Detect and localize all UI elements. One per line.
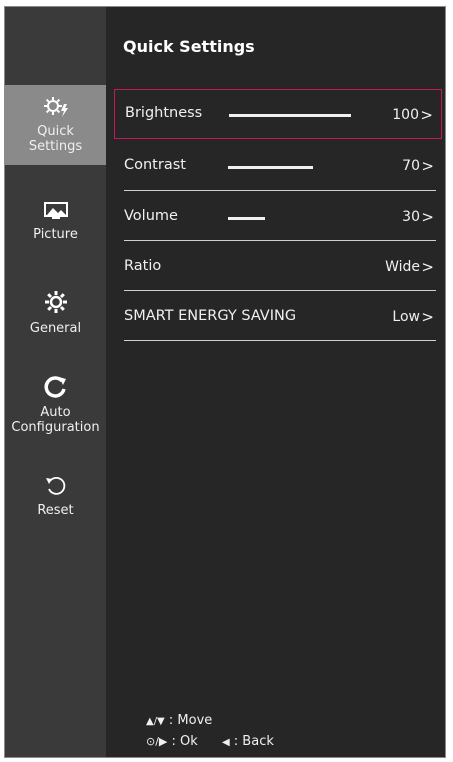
page-title: Quick Settings <box>123 37 255 56</box>
setting-value: 100 <box>392 107 419 123</box>
osd-frame: Quick Settings Picture General Auto Conf… <box>4 6 446 758</box>
volume-slider[interactable] <box>228 217 265 220</box>
setting-label: SMART ENERGY SAVING <box>124 308 297 324</box>
sidebar-item-label: Quick Settings <box>28 124 83 154</box>
setting-value: 70 <box>402 158 420 174</box>
quick-settings-panel: Quick Settings Brightness 100 > Contrast… <box>106 7 445 757</box>
up-down-arrows-icon: ▲/▼ <box>146 716 165 727</box>
chevron-right-icon: > <box>421 157 434 175</box>
smart-energy-saving-setting[interactable]: SMART ENERGY SAVING Low > <box>120 297 436 337</box>
volume-setting[interactable]: Volume 30 > <box>120 197 436 237</box>
auto-config-icon <box>43 375 69 403</box>
chevron-right-icon: > <box>420 106 433 124</box>
contrast-setting[interactable]: Contrast 70 > <box>120 146 436 186</box>
back-hint: : Back <box>233 734 274 749</box>
sidebar-item-label: Picture <box>33 227 78 242</box>
setting-label: Brightness <box>125 105 203 121</box>
sidebar-item-reset[interactable]: Reset <box>5 473 106 518</box>
key-guide-move: ▲/▼ : Move <box>146 713 212 728</box>
reset-icon <box>43 473 69 501</box>
divider <box>124 340 436 341</box>
sidebar: Quick Settings Picture General Auto Conf… <box>5 7 106 757</box>
sidebar-item-picture[interactable]: Picture <box>5 201 106 242</box>
ok-hint: : Ok <box>171 734 198 749</box>
chevron-right-icon: > <box>421 308 434 326</box>
setting-label: Volume <box>124 208 178 224</box>
move-hint: : Move <box>168 713 213 728</box>
key-guide-ok-back: ⊙/▶ : Ok ◀ : Back <box>146 734 274 749</box>
divider <box>124 290 436 291</box>
sidebar-item-label: Reset <box>37 503 74 518</box>
brightness-slider[interactable] <box>229 114 351 117</box>
chevron-right-icon: > <box>421 208 434 226</box>
quick-settings-icon <box>43 96 69 122</box>
divider <box>124 190 436 191</box>
left-arrow-icon: ◀ <box>221 737 230 748</box>
setting-value: Low <box>392 309 420 325</box>
sidebar-item-label: General <box>29 321 82 336</box>
sidebar-item-auto-configuration[interactable]: Auto Configuration <box>5 375 106 435</box>
chevron-right-icon: > <box>421 258 434 276</box>
sidebar-item-quick-settings[interactable]: Quick Settings <box>5 85 106 165</box>
contrast-slider[interactable] <box>228 166 313 169</box>
ratio-setting[interactable]: Ratio Wide > <box>120 247 436 287</box>
setting-label: Contrast <box>124 157 186 173</box>
ok-button-icon: ⊙/▶ <box>146 735 168 748</box>
setting-value: 30 <box>402 209 420 225</box>
setting-label: Ratio <box>124 258 162 274</box>
divider <box>124 240 436 241</box>
brightness-setting[interactable]: Brightness 100 > <box>114 89 442 139</box>
sidebar-item-general[interactable]: General <box>5 289 106 336</box>
setting-value: Wide <box>385 259 420 275</box>
gear-icon <box>43 289 69 319</box>
picture-icon <box>43 201 69 225</box>
sidebar-item-label: Auto Configuration <box>11 405 100 435</box>
